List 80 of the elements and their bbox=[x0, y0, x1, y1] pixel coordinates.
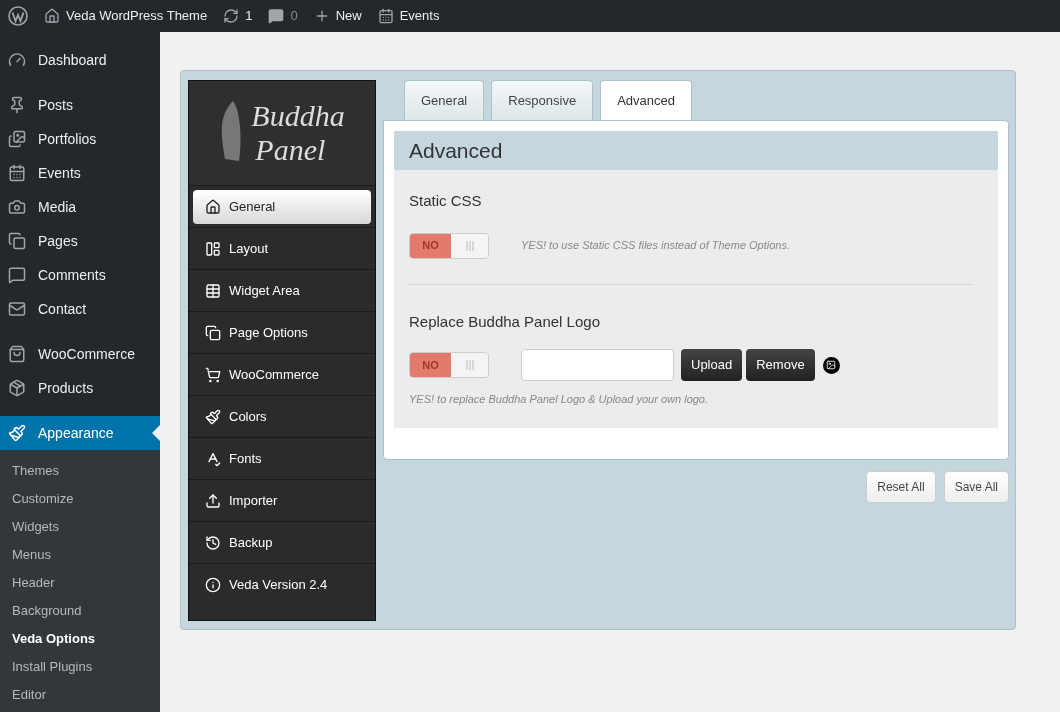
grip-icon bbox=[465, 240, 474, 251]
sidebar-item[interactable]: Media bbox=[0, 190, 160, 224]
nav-icon bbox=[205, 576, 221, 593]
nav-icon bbox=[205, 324, 221, 341]
nav-icon bbox=[205, 282, 221, 299]
logo-text: Panel bbox=[254, 133, 327, 167]
submenu-item[interactable]: Background bbox=[0, 597, 160, 625]
sidebar-item[interactable]: Appearance bbox=[0, 416, 160, 450]
sidebar-item[interactable]: Comments bbox=[0, 258, 160, 292]
submenu-item[interactable]: Themes bbox=[0, 457, 160, 485]
remove-button[interactable]: Remove bbox=[746, 349, 815, 381]
comments-count: 0 bbox=[290, 7, 298, 26]
menu-icon bbox=[8, 51, 26, 69]
section-title: Advanced bbox=[409, 137, 503, 164]
sidebar-item[interactable]: Dashboard bbox=[0, 43, 160, 77]
menu-icon bbox=[8, 300, 26, 318]
action-button[interactable]: Reset All bbox=[866, 471, 936, 503]
nav-icon bbox=[205, 366, 221, 383]
nav-icon bbox=[205, 240, 221, 257]
menu-icon bbox=[8, 130, 26, 148]
panel-nav-item[interactable]: Colors bbox=[193, 399, 371, 434]
panel-nav-item[interactable]: Layout bbox=[193, 231, 371, 266]
submenu-item[interactable]: Editor bbox=[0, 681, 160, 709]
menu-icon bbox=[8, 266, 26, 284]
sidebar-item[interactable]: Pages bbox=[0, 224, 160, 258]
panel-nav-item[interactable]: Backup bbox=[193, 525, 371, 560]
menu-icon bbox=[8, 345, 26, 363]
menu-icon bbox=[8, 198, 26, 216]
panel-nav-item[interactable]: Fonts bbox=[193, 441, 371, 476]
sidebar-item[interactable]: Portfolios bbox=[0, 122, 160, 156]
panel-nav-item[interactable]: Veda Version 2.4 bbox=[193, 567, 371, 602]
nav-icon bbox=[205, 408, 221, 425]
tab[interactable]: Advanced bbox=[600, 80, 692, 120]
wordpress-logo-icon[interactable] bbox=[8, 6, 28, 26]
panel-nav-item[interactable]: WooCommerce bbox=[193, 357, 371, 392]
submenu-item[interactable]: Install Plugins bbox=[0, 653, 160, 681]
pointer-icon bbox=[152, 425, 160, 441]
panel-nav-item[interactable]: Importer bbox=[193, 483, 371, 518]
submenu-item[interactable]: Header bbox=[0, 569, 160, 597]
sidebar-item[interactable]: Posts bbox=[0, 88, 160, 122]
upload-button[interactable]: Upload bbox=[681, 349, 743, 381]
menu-icon bbox=[8, 424, 26, 442]
tab[interactable]: Responsive bbox=[491, 80, 594, 120]
calendar-icon bbox=[377, 8, 394, 24]
option-title: Replace Buddha Panel Logo bbox=[409, 311, 601, 332]
panel-nav-item[interactable]: General bbox=[193, 189, 371, 224]
grip-icon bbox=[465, 360, 474, 370]
nav-icon bbox=[205, 198, 221, 215]
site-name-link[interactable]: Veda WordPress Theme bbox=[66, 6, 208, 26]
sidebar-item[interactable]: Events bbox=[0, 156, 160, 190]
submenu-item[interactable]: Customize bbox=[0, 485, 160, 513]
home-icon bbox=[44, 8, 60, 24]
events-link[interactable]: Events bbox=[399, 6, 440, 26]
tab[interactable]: General bbox=[404, 80, 485, 120]
menu-icon bbox=[8, 232, 26, 250]
logo-url-field[interactable] bbox=[521, 349, 674, 381]
submenu-item[interactable]: Menus bbox=[0, 541, 160, 569]
updates-count: 1 bbox=[245, 7, 253, 26]
menu-icon bbox=[8, 379, 26, 397]
menu-icon bbox=[8, 164, 26, 182]
option-description: YES! to replace Buddha Panel Logo & Upload your own logo. bbox=[409, 392, 710, 407]
action-button[interactable]: Save All bbox=[943, 471, 1009, 503]
nav-icon bbox=[205, 492, 221, 509]
new-link[interactable]: New bbox=[335, 6, 362, 26]
sidebar-item[interactable]: Products bbox=[0, 371, 160, 405]
panel-nav-item[interactable]: Widget Area bbox=[193, 273, 371, 308]
updates-icon[interactable] bbox=[223, 8, 240, 24]
sidebar-item[interactable]: Contact bbox=[0, 292, 160, 326]
option-description: YES! to use Static CSS files instead of Theme Options. bbox=[521, 238, 791, 254]
menu-icon bbox=[8, 96, 26, 114]
logo-text: Buddha bbox=[251, 99, 345, 133]
nav-icon bbox=[205, 534, 221, 551]
option-title: Static CSS bbox=[409, 191, 483, 211]
submenu-item[interactable]: Widgets bbox=[0, 513, 160, 541]
nav-icon bbox=[205, 450, 221, 467]
image-preview-icon[interactable] bbox=[822, 356, 840, 374]
panel-nav-item[interactable]: Page Options bbox=[193, 315, 371, 350]
comment-icon[interactable] bbox=[268, 8, 285, 24]
submenu-item[interactable]: Veda Options bbox=[0, 625, 160, 653]
sidebar-item[interactable]: WooCommerce bbox=[0, 337, 160, 371]
